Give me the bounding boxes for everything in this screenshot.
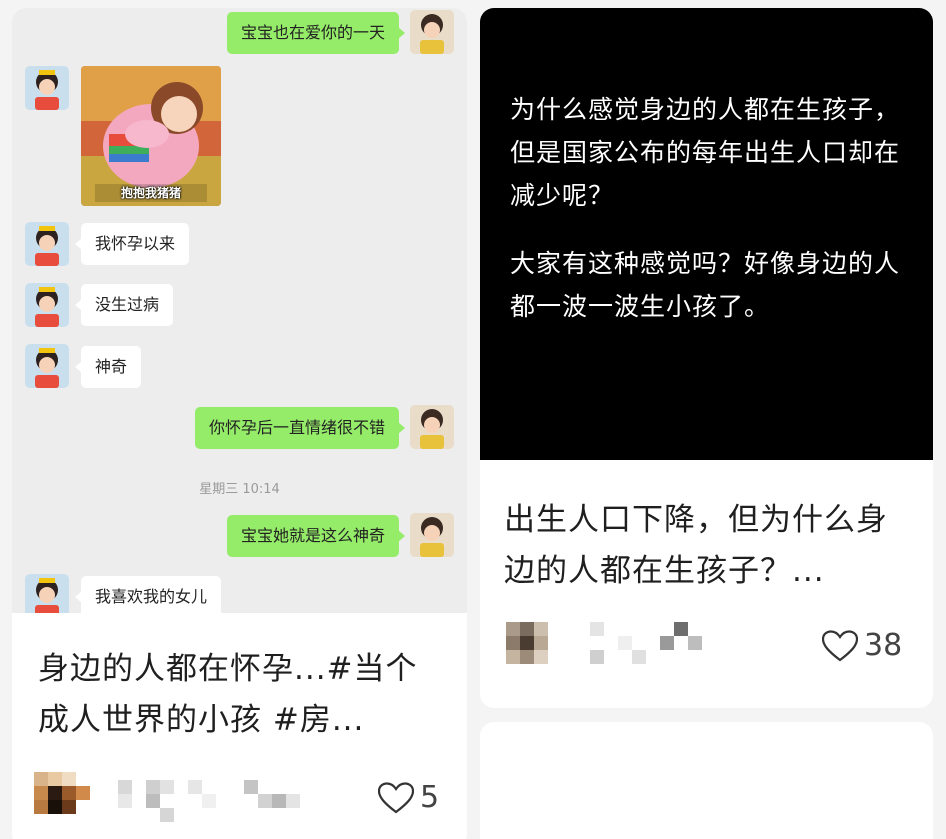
chat-bubble-other: 我怀孕以来	[74, 223, 190, 265]
author-avatar-blurred[interactable]	[506, 620, 716, 676]
avatar	[25, 66, 69, 110]
avatar	[25, 222, 69, 266]
cover-text-followup: 大家有这种感觉吗？好像身边的人都一波一波生小孩了。	[510, 249, 901, 321]
avatar	[410, 513, 454, 557]
chat-bubble-other: 神奇	[74, 346, 142, 388]
post-title[interactable]: 出生人口下降，但为什么身边的人都在生孩子？...	[504, 495, 914, 597]
post-cover-image[interactable]: 为什么感觉身边的人都在生孩子，但是国家公布的每年出生人口却在减少呢？ 大家有这种…	[480, 8, 933, 460]
chat-bubble-mine: 宝宝也在爱你的一天	[226, 12, 406, 54]
like-button[interactable]: 38	[822, 628, 902, 663]
avatar	[25, 283, 69, 327]
chat-timestamp: 星期三 10:14	[199, 482, 280, 497]
sticker-caption: 抱抱我猪猪	[120, 186, 181, 200]
post-title[interactable]: 身边的人都在怀孕...#当个成人世界的小孩 #房...	[38, 644, 448, 746]
post-card-right[interactable]: 为什么感觉身边的人都在生孩子，但是国家公布的每年出生人口却在减少呢？ 大家有这种…	[480, 8, 933, 708]
chat-bubble-other: 我喜欢我的女儿	[74, 576, 222, 613]
like-count: 5	[420, 780, 440, 815]
author-avatar-blurred[interactable]	[34, 770, 304, 826]
post-card-left[interactable]: 宝宝也在爱你的一天 抱抱我猪猪 我怀孕以来 没生过病 神奇 你怀孕后一直情绪很不…	[12, 8, 467, 839]
post-card-next[interactable]	[480, 722, 933, 839]
avatar	[25, 344, 69, 388]
chat-bubble-other: 没生过病	[74, 284, 174, 326]
cover-text-question: 为什么感觉身边的人都在生孩子，但是国家公布的每年出生人口却在减少呢？	[510, 95, 901, 210]
chat-bubble-mine: 你怀孕后一直情绪很不错	[194, 407, 406, 449]
chat-bubble-mine: 宝宝她就是这么神奇	[226, 515, 406, 557]
like-count: 38	[864, 628, 903, 663]
like-button[interactable]: 5	[378, 780, 439, 815]
chat-screenshot: 宝宝也在爱你的一天 抱抱我猪猪 我怀孕以来 没生过病 神奇 你怀孕后一直情绪很不…	[12, 8, 467, 613]
heart-outline-icon	[378, 781, 414, 814]
avatar	[410, 405, 454, 449]
avatar	[410, 10, 454, 54]
heart-outline-icon	[822, 629, 858, 662]
sticker-image[interactable]: 抱抱我猪猪	[81, 66, 221, 206]
avatar	[25, 574, 69, 613]
